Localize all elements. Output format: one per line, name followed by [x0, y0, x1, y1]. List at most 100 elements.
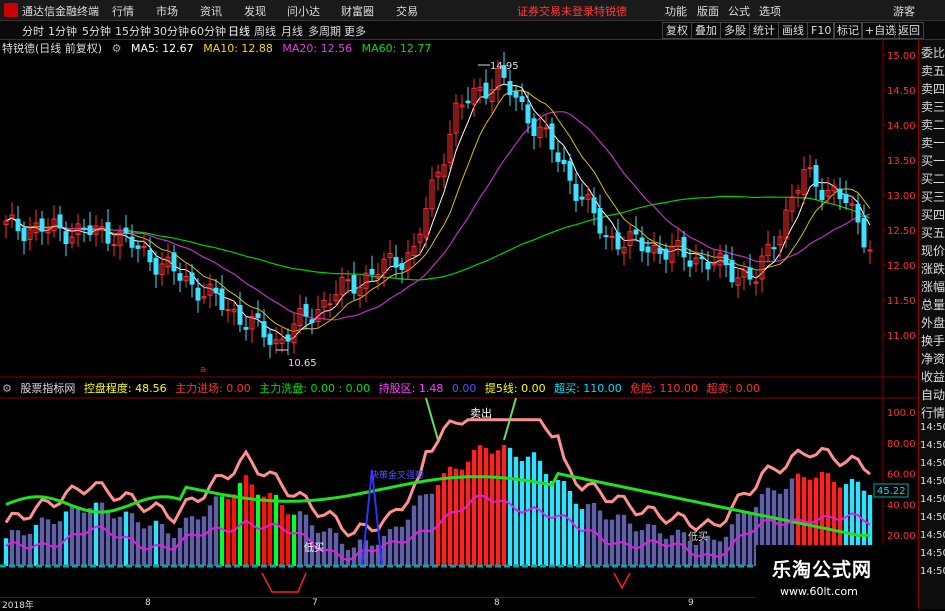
- candle-body: [369, 268, 375, 275]
- candle-body: [555, 152, 561, 162]
- indicator-name[interactable]: 股票指标网: [20, 382, 75, 395]
- quote-panel-item[interactable]: 买一: [920, 152, 945, 169]
- indicator-bar: [399, 526, 405, 566]
- candle-body: [327, 303, 333, 306]
- quote-panel-item[interactable]: 卖一: [920, 134, 945, 151]
- golden-cross-label: 决策金叉强势: [370, 469, 424, 481]
- quote-panel-item[interactable]: 买四: [920, 206, 945, 223]
- indicator-bar: [267, 492, 273, 566]
- quote-panel-item[interactable]: 外盘: [920, 314, 945, 331]
- quote-panel-item[interactable]: 涨跌: [920, 260, 945, 277]
- quote-panel-item[interactable]: 自动: [920, 386, 945, 403]
- indicator-bar: [297, 511, 303, 566]
- indicator-bar: [345, 549, 351, 566]
- indicator-bar: [609, 519, 615, 566]
- candle-body: [285, 334, 291, 342]
- quote-panel-item[interactable]: 总量: [920, 296, 945, 313]
- indicator-tick: 40.00: [887, 500, 916, 511]
- indicator-bar: [171, 538, 177, 566]
- candle-body: [819, 189, 825, 201]
- candle-body: [123, 227, 129, 234]
- indicator-bar: [213, 496, 219, 566]
- indicator-tick: 100.0: [887, 408, 916, 419]
- candle-body: [609, 235, 615, 238]
- indicator-bar: [273, 494, 279, 566]
- indicator-bar: [615, 514, 621, 566]
- quote-panel-item[interactable]: 买二: [920, 170, 945, 187]
- indicator-bar: [291, 514, 297, 566]
- indicator-bar: [27, 534, 33, 566]
- indicator-bar: [657, 533, 663, 566]
- indicator-bar: [147, 525, 153, 566]
- indicator-bar: [195, 519, 201, 566]
- date-label-0: 2018年: [2, 601, 34, 611]
- candle-body: [603, 235, 609, 238]
- indicator-bar: [51, 524, 57, 566]
- ma20-line: [5, 111, 871, 321]
- quote-panel-item[interactable]: 委比: [920, 44, 945, 61]
- quote-panel-item[interactable]: 行情: [920, 404, 945, 421]
- quote-panel-item[interactable]: 卖二: [920, 116, 945, 133]
- kline-chart[interactable]: 15.00 14.50 14.00 13.50 13.00 12.50 12.00 11.50…: [0, 0, 918, 597]
- quote-panel-item[interactable]: 涨幅: [920, 278, 945, 295]
- quote-panel-item[interactable]: 买三: [920, 188, 945, 205]
- quote-panel-item[interactable]: 现价: [920, 242, 945, 259]
- indicator-settings-icon[interactable]: ⚙: [2, 382, 12, 395]
- candle-body: [567, 160, 573, 181]
- quote-panel-item[interactable]: 卖四: [920, 80, 945, 97]
- quote-panel-item[interactable]: 收益: [920, 368, 945, 385]
- indicator-bar: [669, 535, 675, 566]
- indicator-bar: [447, 466, 453, 566]
- indicator-bar: [153, 520, 159, 566]
- quote-panel-item[interactable]: 14:50: [920, 548, 945, 559]
- quote-panel-item[interactable]: 14:50: [920, 458, 945, 469]
- quote-panel-item[interactable]: 14:50: [920, 512, 945, 523]
- indicator-bar: [405, 519, 411, 566]
- candle-body: [309, 319, 315, 324]
- indicator-bar: [219, 496, 225, 566]
- quote-panel-item[interactable]: 14:50: [920, 476, 945, 487]
- candle-body: [681, 236, 687, 258]
- candle-body: [561, 159, 567, 165]
- indicator-item-5: 提5线: 0.00: [484, 382, 546, 395]
- quote-panel-item[interactable]: 换手: [920, 332, 945, 349]
- indicator-item-4: 0.00: [451, 382, 477, 395]
- indicator-bar: [453, 468, 459, 566]
- quote-panel-item[interactable]: 净资: [920, 350, 945, 367]
- price-tick: 14.50: [887, 86, 916, 97]
- quote-panel-item[interactable]: 14:50: [920, 566, 945, 577]
- sell-zone-marker: [261, 572, 307, 593]
- date-label-3: 8: [494, 598, 500, 608]
- date-label-4: 9: [688, 598, 694, 608]
- candle-body: [573, 183, 579, 201]
- candle-body: [531, 118, 537, 136]
- quote-panel-item[interactable]: 卖五: [920, 62, 945, 79]
- quote-panel-item[interactable]: 14:50: [920, 422, 945, 433]
- indicator-bar: [573, 503, 579, 566]
- indicator-bar: [531, 452, 537, 566]
- indicator-bar: [489, 453, 495, 566]
- price-tick: 15.00: [887, 51, 916, 62]
- indicator-item-3: 持股区: 1.48: [378, 382, 444, 395]
- candle-body: [483, 82, 489, 99]
- indicator-item-0: 控盘程度: 48.56: [83, 382, 167, 395]
- quote-panel: 委比 卖五 卖四 卖三 卖二 卖一 买一 买二 买三 买四 买五 现价 涨跌 涨幅 总量 外盘 换手 净资 收益 自动…: [918, 40, 945, 609]
- candles: [3, 51, 873, 359]
- indicator-item-1: 主力进场: 0.00: [175, 382, 251, 395]
- indicator-bar: [555, 479, 561, 566]
- quote-panel-item[interactable]: 14:50: [920, 530, 945, 541]
- quote-panel-item[interactable]: 14:50: [920, 494, 945, 505]
- quote-panel-item[interactable]: 买五: [920, 224, 945, 241]
- candle-body: [687, 260, 693, 267]
- candle-body: [255, 313, 261, 318]
- candle-body: [579, 196, 585, 200]
- price-tick: 11.00: [887, 331, 916, 342]
- quote-panel-item[interactable]: 14:50: [920, 440, 945, 451]
- indicator-bar: [207, 505, 213, 566]
- indicator-bar: [663, 538, 669, 566]
- indicator-bar: [117, 516, 123, 566]
- low-buy-label: 低买: [304, 541, 324, 554]
- quote-panel-item[interactable]: 卖三: [920, 98, 945, 115]
- candle-body: [519, 96, 525, 102]
- indicator-bar: [123, 511, 129, 566]
